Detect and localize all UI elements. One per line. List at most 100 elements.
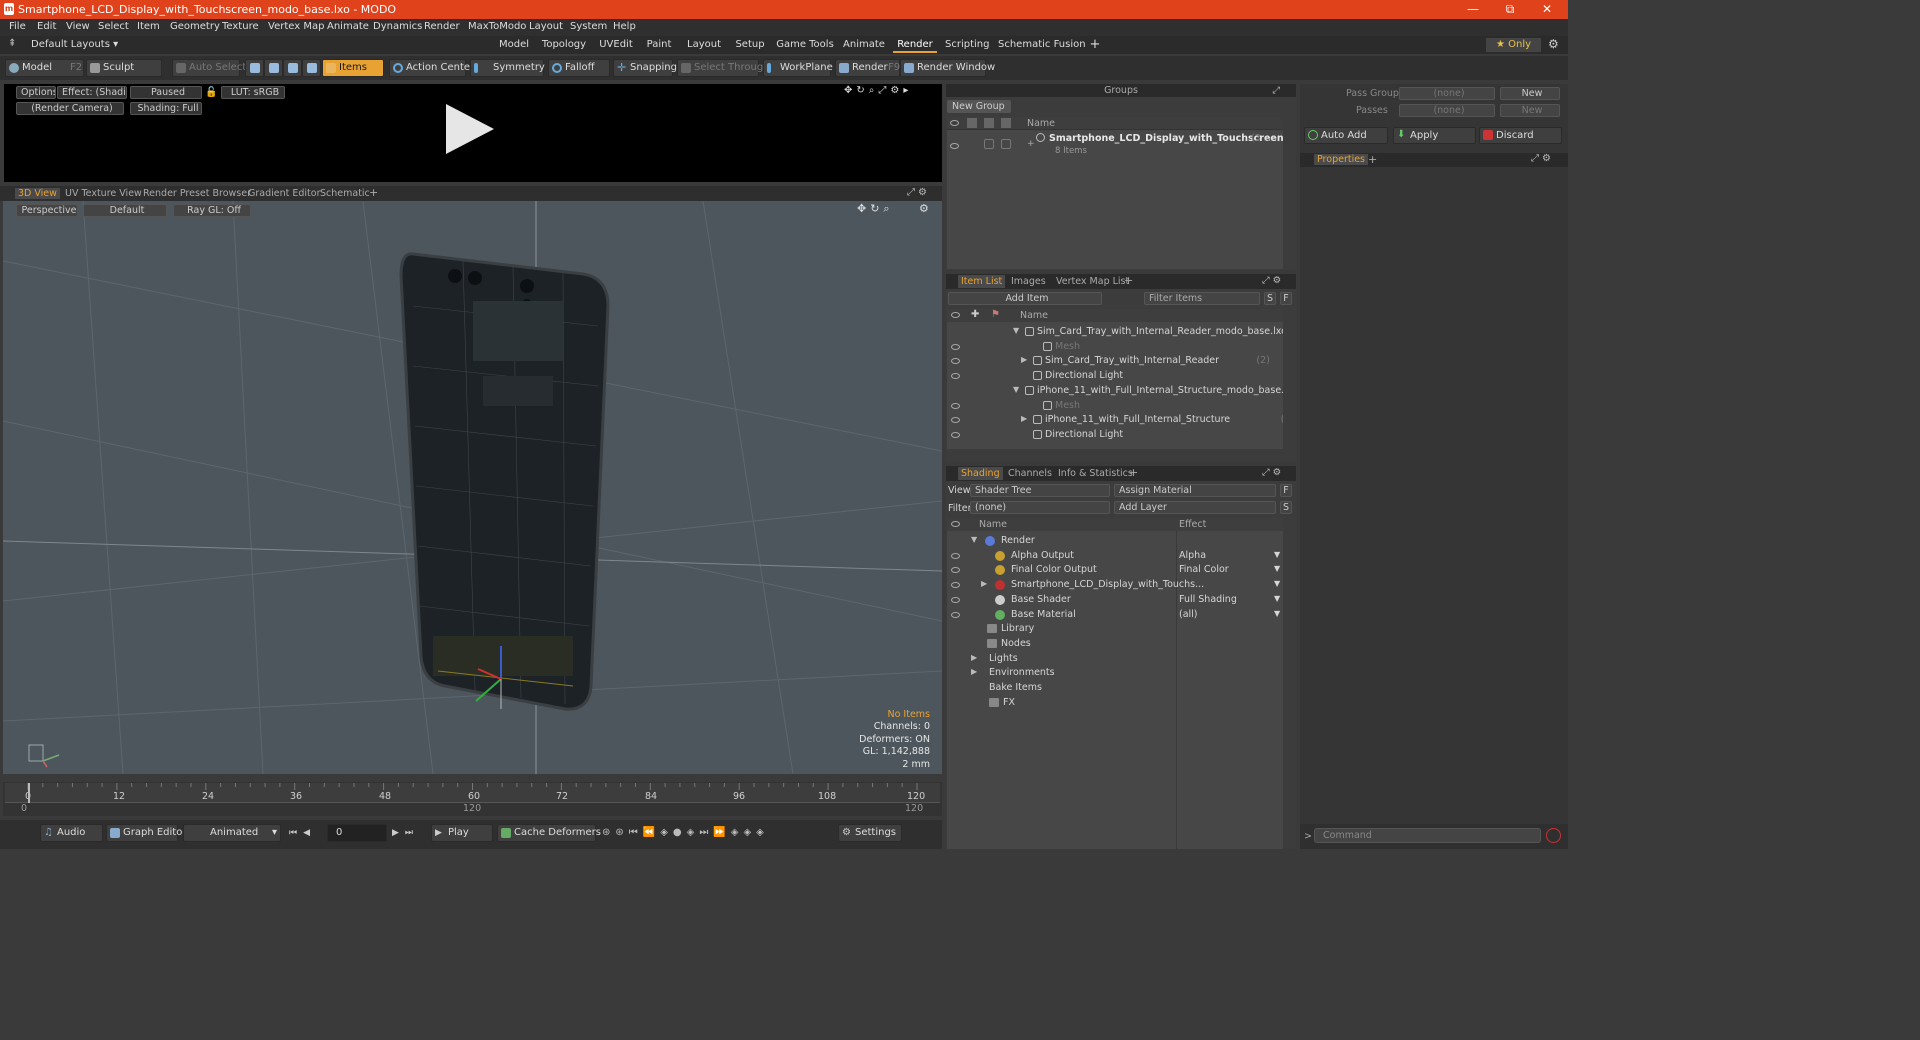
minimize-button[interactable]: — xyxy=(1454,0,1492,19)
tab-uvedit[interactable]: UVEdit xyxy=(596,38,636,53)
add-layout-tab-button[interactable]: + xyxy=(1088,38,1102,53)
edges-mode-button[interactable] xyxy=(264,59,283,77)
item-visibility-eye-icon[interactable] xyxy=(951,417,960,424)
items-mode-button[interactable]: Items xyxy=(322,59,384,77)
camera-dropdown[interactable]: (Render Camera) xyxy=(16,102,124,115)
passes-dropdown[interactable]: (none) xyxy=(1399,104,1495,117)
tab-channels[interactable]: Channels xyxy=(1008,467,1052,480)
shading-f-button[interactable]: F xyxy=(1280,484,1292,497)
new-pass-button[interactable]: New xyxy=(1500,104,1560,117)
menu-file[interactable]: File xyxy=(9,19,26,32)
shader-tree[interactable]: Name Effect ▼ Render Alpha Output Alpha ▼ Fin… xyxy=(947,518,1283,849)
shader-tree-row[interactable]: FX xyxy=(947,696,1283,710)
item-visibility-eye-icon[interactable] xyxy=(951,343,960,350)
item-list-expand-gear-icon[interactable]: ⤢⚙ xyxy=(1262,274,1284,287)
tab-render-preset-browser[interactable]: Render Preset Browser xyxy=(143,188,251,199)
shader-tree-row[interactable]: Alpha Output Alpha ▼ xyxy=(947,549,1283,563)
lock-icon[interactable]: 🔓 xyxy=(205,87,217,98)
effect-dropdown-icon[interactable]: ▼ xyxy=(1274,609,1280,618)
expand-arrow-icon[interactable]: ▼ xyxy=(971,535,977,544)
item-list-row[interactable]: Directional Light xyxy=(947,428,1283,442)
command-input[interactable]: Command xyxy=(1314,828,1541,843)
command-stop-icon[interactable] xyxy=(1546,828,1561,843)
shader-tree-row[interactable]: Bake Items xyxy=(947,681,1283,695)
shading-dropdown[interactable]: Shading: Full xyxy=(130,102,202,115)
polygons-mode-button[interactable] xyxy=(283,59,302,77)
new-group-button[interactable]: New Group xyxy=(947,100,1011,113)
raygl-dropdown[interactable]: Ray GL: Off xyxy=(173,204,251,217)
vertices-mode-button[interactable] xyxy=(245,59,264,77)
lut-dropdown[interactable]: LUT: sRGB xyxy=(221,86,285,99)
sculpt-mode-button[interactable]: Sculpt xyxy=(86,59,162,77)
item-list-row[interactable]: Mesh xyxy=(947,340,1283,354)
only-toggle[interactable]: ★ Only xyxy=(1486,38,1541,52)
group-select-toggle[interactable] xyxy=(1001,139,1011,149)
expand-arrow-icon[interactable]: ▼ xyxy=(1013,326,1019,335)
auto-add-button[interactable]: Auto Add xyxy=(1304,127,1388,144)
filter-items-input[interactable]: Filter Items xyxy=(1144,292,1260,305)
workplane-button[interactable]: WorkPlane xyxy=(763,59,833,77)
playhead[interactable] xyxy=(28,783,30,803)
add-shading-tab-button[interactable]: + xyxy=(1129,466,1138,479)
tab-gradient-editor[interactable]: Gradient Editor xyxy=(248,188,320,199)
menu-item[interactable]: Item xyxy=(137,19,160,32)
expand-arrow-icon[interactable]: ▶ xyxy=(981,579,987,588)
shading-filter-dropdown[interactable]: (none) xyxy=(970,501,1110,514)
layer-effect[interactable]: Alpha xyxy=(1179,550,1206,561)
item-list-row[interactable]: ▼ iPhone_11_with_Full_Internal_Structure_… xyxy=(947,384,1283,398)
perspective-dropdown[interactable]: Perspective xyxy=(16,204,78,217)
default-layouts-dropdown[interactable]: Default Layouts ▾ xyxy=(31,39,118,50)
menu-maxtomodo[interactable]: MaxToModo xyxy=(468,19,526,32)
item-list-s-button[interactable]: S xyxy=(1264,292,1276,305)
item-visibility-eye-icon[interactable] xyxy=(951,373,960,380)
shading-s-button[interactable]: S xyxy=(1280,501,1292,514)
shader-tree-row[interactable]: ▼ Render xyxy=(947,534,1283,548)
effect-dropdown-icon[interactable]: ▼ xyxy=(1274,579,1280,588)
expand-arrow-icon[interactable]: ▼ xyxy=(1013,385,1019,394)
item-list-row[interactable]: Mesh xyxy=(947,399,1283,413)
group-name[interactable]: Smartphone_LCD_Display_with_Touchscreen xyxy=(1049,133,1284,144)
groups-expand-icon[interactable]: ⤢ xyxy=(1272,84,1280,97)
item-list-row[interactable]: ▶ Sim_Card_Tray_with_Internal_Reader (2) xyxy=(947,354,1283,368)
model-mode-button[interactable]: Model F2 xyxy=(5,59,84,77)
tab-schematic[interactable]: Schematic xyxy=(320,188,370,199)
item-list-tree[interactable]: ✚ ⚑ Name ▼ Sim_Card_Tray_with_Internal_Re… xyxy=(947,309,1283,449)
default-style-dropdown[interactable]: Default xyxy=(83,204,167,217)
graph-editor-button[interactable]: Graph Editor xyxy=(106,824,186,842)
menu-help[interactable]: Help xyxy=(613,19,636,32)
shader-tree-row[interactable]: Base Material (all) ▼ xyxy=(947,608,1283,622)
shader-tree-row[interactable]: ▶ Environments xyxy=(947,666,1283,680)
select-through-button[interactable]: Select Through xyxy=(677,59,770,77)
layout-gear-icon[interactable]: ⚙ xyxy=(1548,37,1559,51)
tab-vertex-map-list[interactable]: Vertex Map List xyxy=(1056,275,1129,288)
add-layer-dropdown[interactable]: Add Layer xyxy=(1114,501,1276,514)
item-visibility-eye-icon[interactable] xyxy=(951,358,960,365)
layer-effect[interactable]: Full Shading xyxy=(1179,594,1237,605)
expand-arrow-icon[interactable]: ▶ xyxy=(1021,355,1027,364)
shader-tree-row[interactable]: ▶ Lights xyxy=(947,652,1283,666)
viewport-expand-gear-icon[interactable]: ⤢⚙ xyxy=(907,187,930,198)
tab-setup[interactable]: Setup xyxy=(733,38,767,53)
groups-list[interactable]: Name + Smartphone_LCD_Display_with_Touch… xyxy=(947,117,1284,269)
step-back-controls-icon[interactable]: ⏮◀ xyxy=(289,828,316,838)
menu-view[interactable]: View xyxy=(66,19,90,32)
add-viewport-tab-button[interactable]: + xyxy=(369,186,378,199)
snapping-button[interactable]: ✛ Snapping xyxy=(613,59,677,77)
tab-render[interactable]: Render xyxy=(893,38,937,53)
tab-game-tools[interactable]: Game Tools xyxy=(776,38,834,53)
maximize-button[interactable]: ⧉ xyxy=(1491,0,1529,19)
preview-options-button[interactable]: Options xyxy=(16,86,56,99)
tab-layout[interactable]: Layout xyxy=(684,38,724,53)
tab-uv-texture-view[interactable]: UV Texture View xyxy=(65,188,142,199)
layer-effect[interactable]: (all) xyxy=(1179,609,1198,620)
settings-button[interactable]: ⚙ Settings xyxy=(838,824,902,842)
item-list-row[interactable]: ▼ Sim_Card_Tray_with_Internal_Reader_modo… xyxy=(947,325,1283,339)
tab-animate[interactable]: Animate xyxy=(842,38,886,53)
view-orientation-cube-icon[interactable] xyxy=(25,741,65,769)
tab-shading[interactable]: Shading xyxy=(958,467,1003,480)
menu-texture[interactable]: Texture xyxy=(222,19,259,32)
properties-expand-gear-icon[interactable]: ⤢⚙ xyxy=(1531,153,1554,164)
add-properties-tab-button[interactable]: + xyxy=(1368,153,1377,166)
menu-vertex-map[interactable]: Vertex Map xyxy=(268,19,324,32)
key-controls-icon[interactable]: ⊛⊛⏮⏪◈●◈⏭⏩◈◈◈ xyxy=(602,827,769,838)
